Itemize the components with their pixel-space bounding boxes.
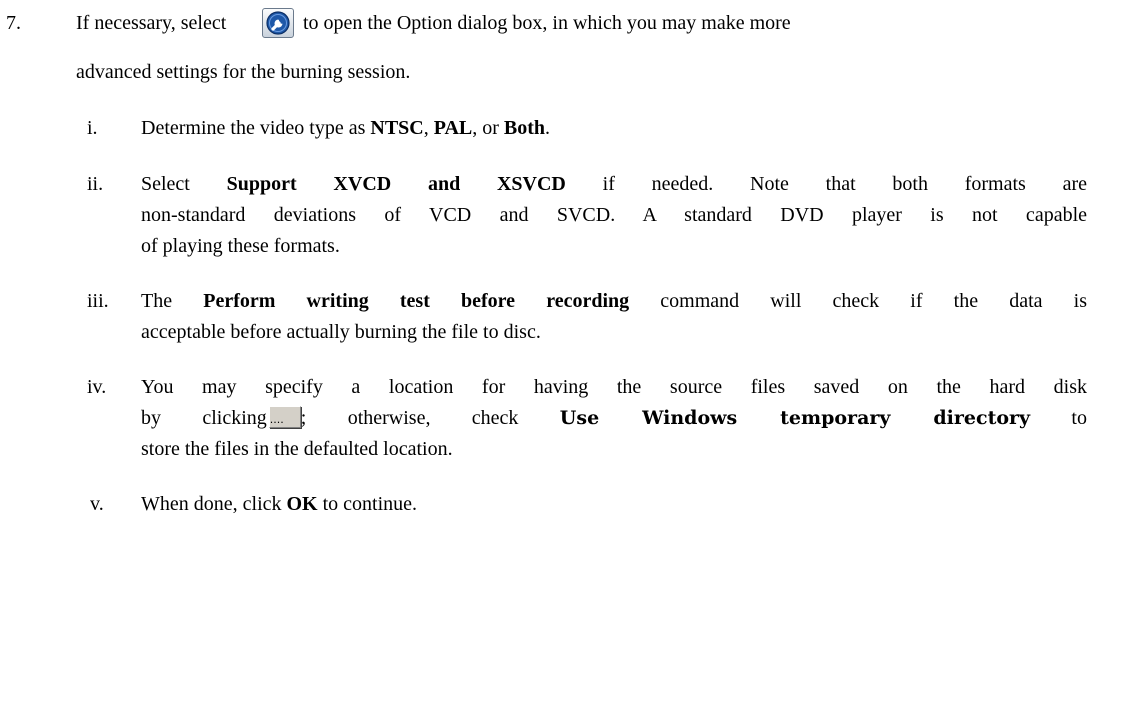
instruction-step: 7. If necessary, select to open the Opti… (0, 0, 1128, 724)
item-text: When done, click OK to continue. (141, 493, 418, 515)
item-text: The Perform writing test before recordin… (141, 290, 1087, 312)
item-numeral: iv. (87, 376, 107, 398)
item-text-line2: acceptable before actually burning the f… (141, 321, 541, 343)
item-text-line3: store the files in the defaulted locatio… (141, 438, 453, 460)
item-text: Determine the video type as NTSC, PAL, o… (141, 117, 551, 139)
step-number: 7. (6, 12, 21, 34)
item-numeral: i. (87, 117, 98, 139)
step-text-end: to open the Option dialog box, in which … (303, 12, 791, 34)
step-text-line2: advanced settings for the burning sessio… (76, 61, 411, 83)
item-numeral: ii. (87, 173, 104, 195)
item-numeral: iii. (87, 290, 109, 312)
item-text-line2: by clicking....; otherwise, check Use Wi… (141, 406, 1087, 429)
browse-ellipsis-button[interactable]: .... (268, 406, 301, 428)
step-text-start: If necessary, select (76, 12, 227, 34)
item-text: You may specify a location for having th… (141, 376, 1087, 398)
item-numeral: v. (90, 493, 104, 515)
item-text-line2: non-standard deviations of VCD and SVCD.… (141, 204, 1087, 226)
ellipsis-icon: .... (269, 413, 284, 426)
wrench-option-icon[interactable] (262, 8, 294, 38)
item-text: Select Support XVCD and XSVCD if needed.… (141, 173, 1087, 195)
item-text-line3: of playing these formats. (141, 235, 340, 257)
